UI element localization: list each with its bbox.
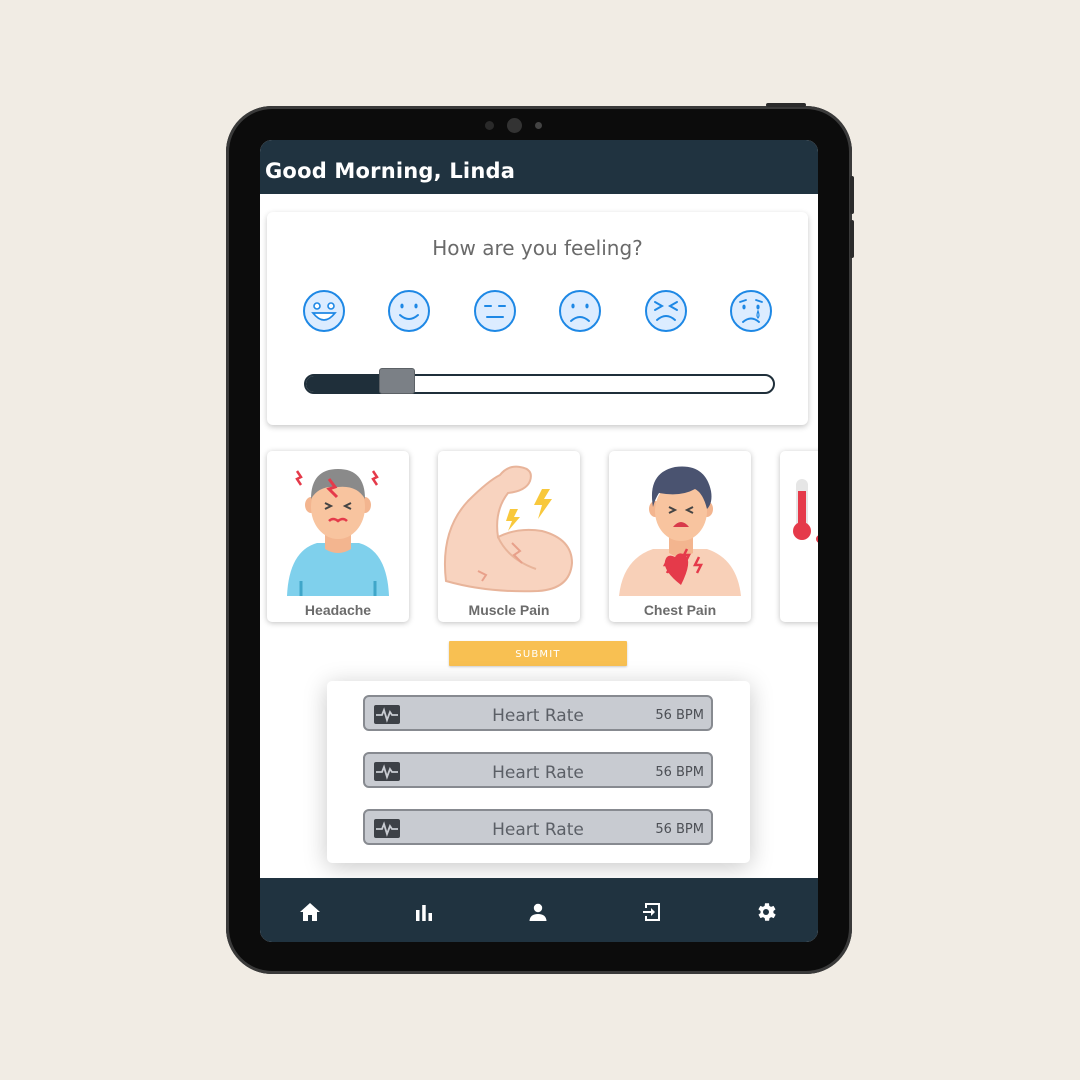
vital-value: 56 BPM [655, 708, 704, 723]
volume-up-button [850, 176, 854, 214]
front-camera [507, 118, 522, 133]
tablet-frame: Good Morning, Linda How are you feeling? [226, 103, 854, 974]
bar-chart-icon[interactable] [412, 900, 436, 924]
vitals-card: Heart Rate 56 BPM Heart Rate 56 BPM Hear… [327, 681, 750, 863]
logout-icon[interactable] [640, 900, 664, 924]
mood-card: How are you feeling? [267, 212, 808, 425]
volume-down-button [850, 220, 854, 258]
symptom-card-headache[interactable]: Headache [267, 451, 409, 622]
vital-row-heart-rate[interactable]: Heart Rate 56 BPM [363, 752, 713, 788]
sensor-dot [485, 121, 494, 130]
happy-face-icon[interactable] [387, 289, 431, 333]
greeting-title: Good Morning, Linda [265, 159, 516, 183]
vital-row-heart-rate[interactable]: Heart Rate 56 BPM [363, 809, 713, 845]
vital-value: 56 BPM [655, 765, 704, 780]
app-header: Good Morning, Linda [260, 140, 818, 194]
bottom-nav [260, 878, 818, 942]
neutral-face-icon[interactable] [473, 289, 517, 333]
symptom-card-muscle-pain[interactable]: Muscle Pain [438, 451, 580, 622]
sad-face-icon[interactable] [558, 289, 602, 333]
chest-pain-person-icon [619, 466, 741, 596]
thermometer-icon [793, 479, 818, 543]
app-screen: Good Morning, Linda How are you feeling? [260, 140, 818, 942]
symptom-label: Muscle Pain [468, 602, 550, 618]
submit-button[interactable]: SUBMIT [449, 641, 627, 666]
symptom-card-chest-pain[interactable]: Chest Pain [609, 451, 751, 622]
vital-value: 56 BPM [655, 822, 704, 837]
symptom-label: Headache [304, 602, 372, 618]
home-icon[interactable] [298, 900, 322, 924]
headache-person-icon [287, 469, 389, 596]
person-icon[interactable] [526, 900, 550, 924]
power-button [766, 103, 806, 107]
vital-row-heart-rate[interactable]: Heart Rate 56 BPM [363, 695, 713, 731]
symptom-card-fever[interactable] [780, 451, 818, 622]
flexed-arm-pain-icon [443, 465, 574, 593]
very-happy-face-icon[interactable] [302, 289, 346, 333]
mood-slider-track[interactable] [304, 374, 775, 394]
settings-icon[interactable] [754, 900, 778, 924]
crying-face-icon[interactable] [729, 289, 773, 333]
mood-question: How are you feeling? [432, 236, 643, 260]
light-sensor [535, 122, 542, 129]
distressed-face-icon[interactable] [644, 289, 688, 333]
symptom-label: Chest Pain [643, 602, 717, 618]
mood-slider-thumb[interactable] [379, 368, 416, 394]
